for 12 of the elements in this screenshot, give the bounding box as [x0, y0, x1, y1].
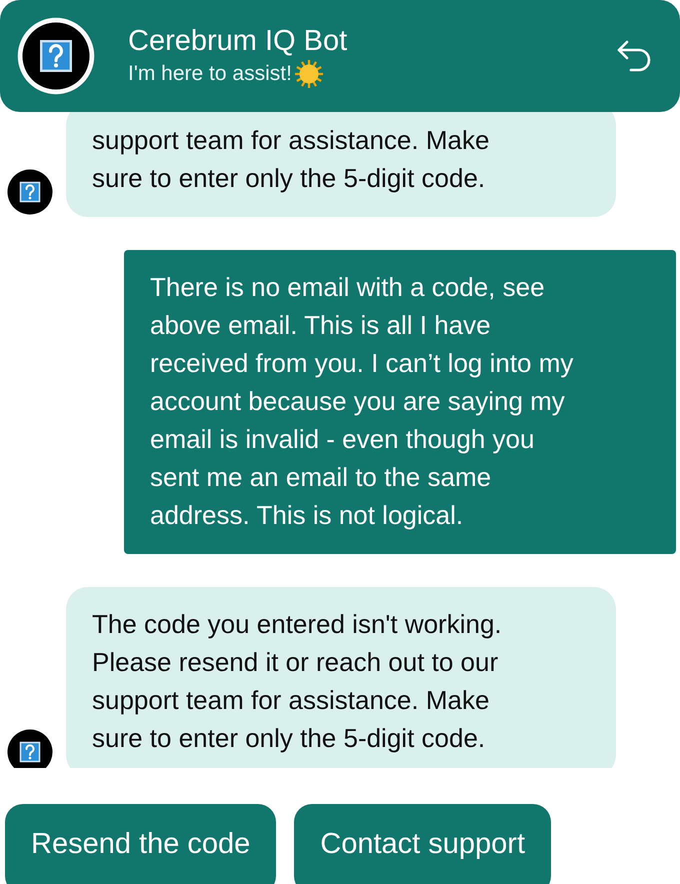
bot-message: support team for assistance. Make sure to enter only the 5-digit code.: [66, 112, 616, 217]
bot-avatar-icon: [5, 727, 55, 768]
quick-reply-button[interactable]: Contact support: [294, 804, 552, 884]
user-message: There is no email with a code, see above email. This is all I have received from you. I can’t log into my account because you are saying my email is invalid - even though you sent me an email to the same address. This is not logical.: [124, 250, 676, 554]
bot-name: Cerebrum IQ Bot: [128, 24, 348, 59]
bot-avatar-icon: [5, 167, 55, 217]
back-icon[interactable]: [616, 39, 652, 73]
quick-reply-button[interactable]: Resend the code: [5, 804, 276, 884]
bot-avatar-icon: [17, 17, 95, 95]
sun-icon: [294, 59, 324, 89]
bot-status: I'm here to assist!: [128, 61, 292, 87]
bot-message: The code you entered isn't working. Please resend it or reach out to our support team for assistance. Make sure to enter only the 5-digit code.: [66, 587, 616, 768]
